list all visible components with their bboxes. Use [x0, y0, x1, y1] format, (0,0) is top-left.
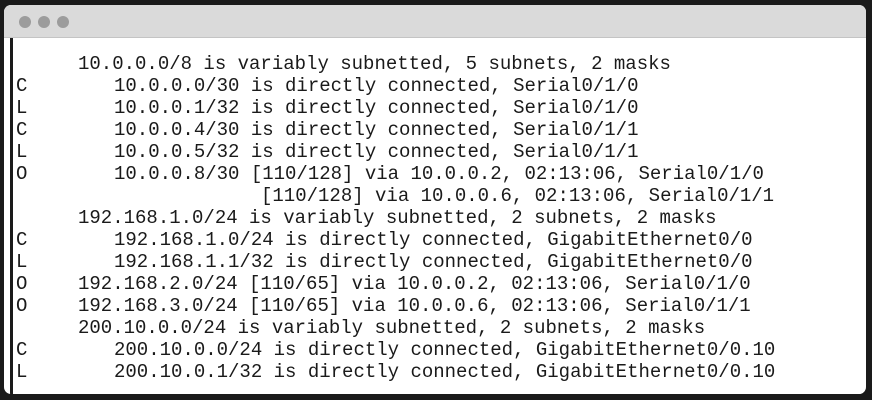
window-titlebar [4, 5, 866, 38]
route-code: C [16, 229, 28, 251]
route-text: 200.10.0.1/32 is directly connected, Gig… [114, 361, 776, 383]
route-code: C [16, 119, 28, 141]
route-text: 192.168.2.0/24 [110/65] via 10.0.0.2, 02… [78, 273, 751, 295]
route-text: 192.168.3.0/24 [110/65] via 10.0.0.6, 02… [78, 295, 751, 317]
route-code: C [16, 339, 28, 361]
route-text: 192.168.1.1/32 is directly connected, Gi… [114, 251, 753, 273]
route-text: 10.0.0.0/8 is variably subnetted, 5 subn… [78, 53, 671, 75]
terminal-output: 10.0.0.0/8 is variably subnetted, 5 subn… [10, 38, 863, 394]
route-text: 10.0.0.4/30 is directly connected, Seria… [114, 119, 639, 141]
route-code: L [16, 97, 28, 119]
close-window-dot-icon[interactable] [19, 16, 31, 28]
route-code: C [16, 75, 28, 97]
minimize-window-dot-icon[interactable] [38, 16, 50, 28]
route-code: O [16, 163, 28, 185]
route-code: L [16, 361, 28, 383]
maximize-window-dot-icon[interactable] [57, 16, 69, 28]
route-text: 10.0.0.8/30 [110/128] via 10.0.0.2, 02:1… [114, 163, 764, 185]
route-text: 192.168.1.0/24 is variably subnetted, 2 … [78, 207, 717, 229]
route-code: L [16, 251, 28, 273]
route-code: L [16, 141, 28, 163]
route-text: 200.10.0.0/24 is directly connected, Gig… [114, 339, 776, 361]
route-code: O [16, 295, 28, 317]
route-text: 10.0.0.0/30 is directly connected, Seria… [114, 75, 639, 97]
route-text: 10.0.0.1/32 is directly connected, Seria… [114, 97, 639, 119]
route-code: O [16, 273, 28, 295]
route-text: 10.0.0.5/32 is directly connected, Seria… [114, 141, 639, 163]
route-text: 200.10.0.0/24 is variably subnetted, 2 s… [78, 317, 706, 339]
route-text: [110/128] via 10.0.0.6, 02:13:06, Serial… [261, 185, 775, 207]
route-text: 192.168.1.0/24 is directly connected, Gi… [114, 229, 753, 251]
terminal-window: 10.0.0.0/8 is variably subnetted, 5 subn… [4, 5, 866, 394]
